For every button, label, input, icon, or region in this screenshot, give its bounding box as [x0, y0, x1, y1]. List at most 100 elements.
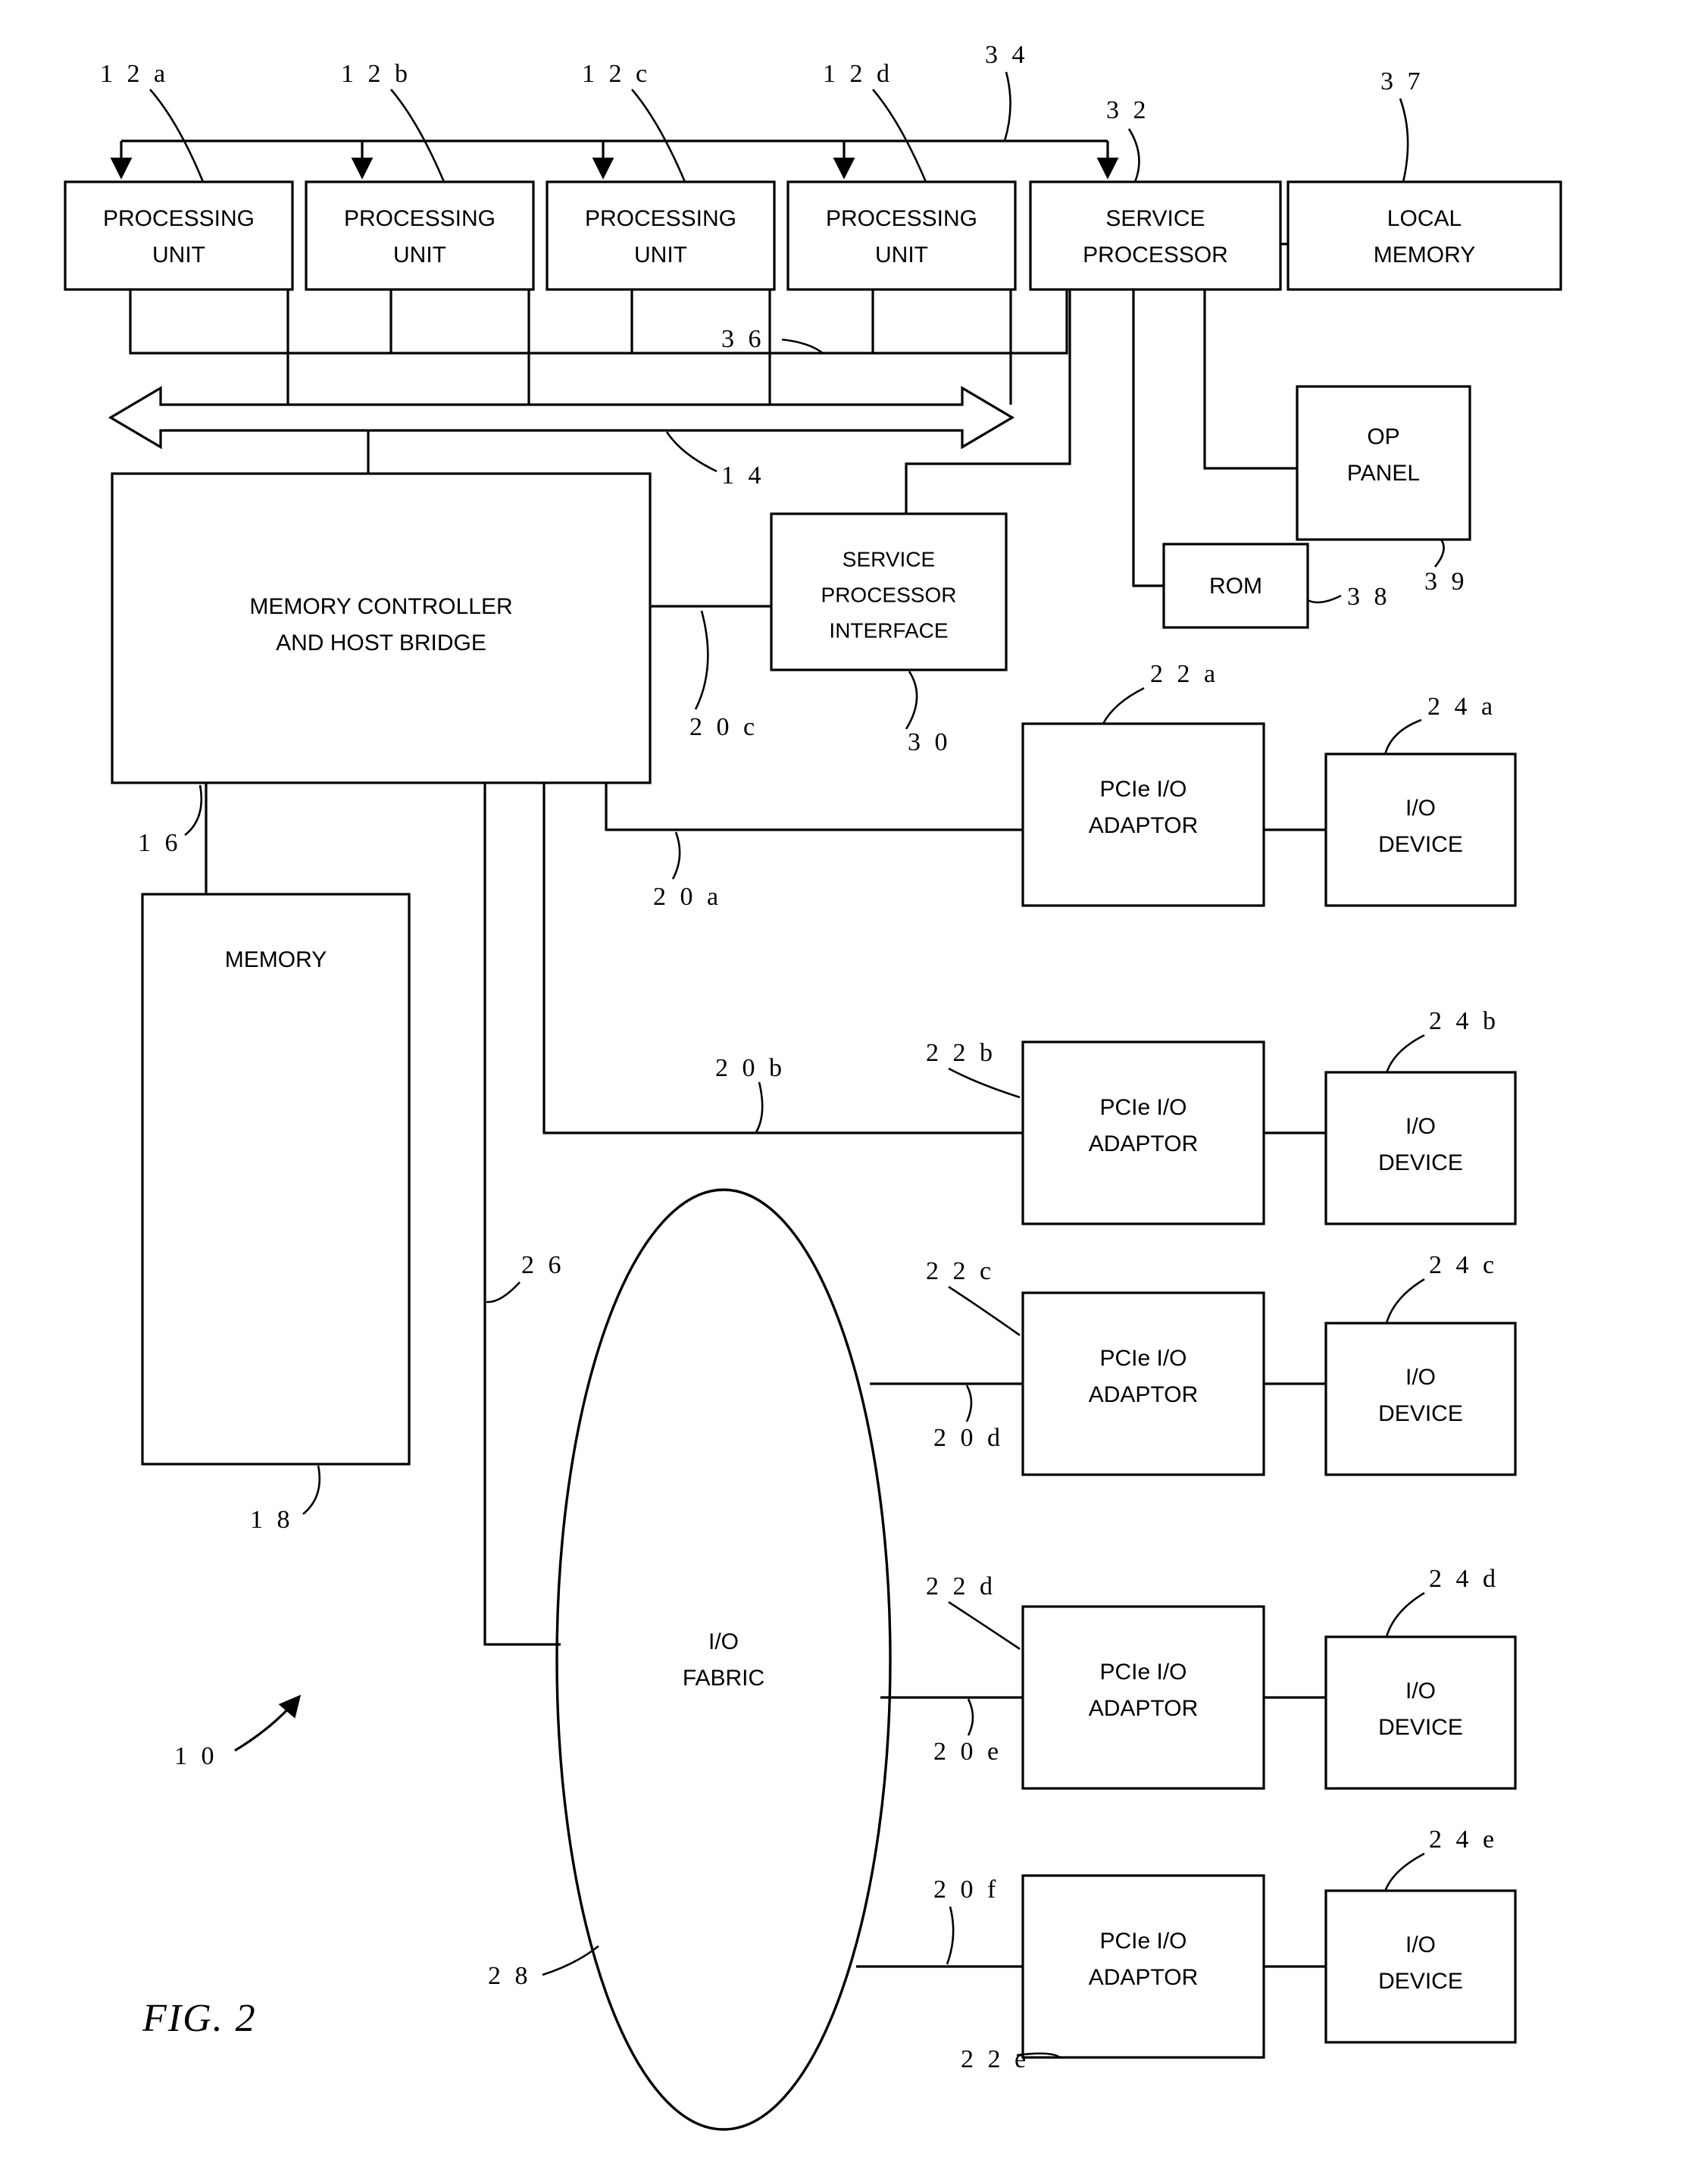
- pcie-adaptor-label-d-line1: PCIe I/O: [1099, 1660, 1186, 1685]
- leader-37: [1399, 98, 1409, 183]
- service-processor-label-line1: SERVICE: [1105, 206, 1205, 231]
- ref-12b: 1 2 b: [341, 60, 411, 88]
- io-fabric-label-line1: I/O: [708, 1629, 739, 1654]
- local-memory-box[interactable]: [1287, 180, 1562, 291]
- pcie-adaptor-label-a-line1: PCIe I/O: [1099, 777, 1186, 802]
- local-memory-label-line2: MEMORY: [1374, 242, 1475, 268]
- leader-24b: [1385, 1034, 1425, 1074]
- processing-unit-box-1[interactable]: [64, 180, 294, 291]
- ref-20a: 2 0 a: [653, 883, 722, 911]
- leader-38: [1307, 594, 1342, 604]
- processing-unit-label-3-line2: UNIT: [634, 242, 687, 268]
- pcie-adaptor-label-c-line1: PCIe I/O: [1099, 1346, 1186, 1371]
- memory-controller-box[interactable]: [111, 472, 652, 784]
- io-device-label-c-line1: I/O: [1405, 1365, 1436, 1390]
- leader-22b: [948, 1067, 1021, 1099]
- leader-14: [665, 431, 718, 473]
- wire-memctl-to-adaptor-a-20a: [605, 783, 1023, 831]
- processing-unit-label-2-line2: UNIT: [393, 242, 446, 268]
- processing-unit-box-4[interactable]: [786, 180, 1017, 291]
- io-device-label-d-line1: I/O: [1405, 1679, 1436, 1704]
- io-fabric-group: I/O FABRIC: [483, 783, 892, 2131]
- patent-figure-2: PROCESSING UNIT PROCESSING UNIT PROCESSI…: [0, 0, 1682, 2184]
- pcie-adaptor-label-e-line1: PCIe I/O: [1099, 1929, 1186, 1954]
- io-device-box-c[interactable]: [1324, 1322, 1517, 1476]
- leader-26: [486, 1281, 521, 1303]
- figure-caption: FIG. 2: [142, 1997, 257, 2040]
- ref-20b: 2 0 b: [715, 1054, 786, 1082]
- memory-group: MEMORY: [141, 783, 411, 1466]
- pcie-adaptor-label-a-line2: ADAPTOR: [1089, 813, 1198, 838]
- memory-controller-label-line2: AND HOST BRIDGE: [276, 630, 486, 656]
- ref-20d: 2 0 d: [933, 1424, 1004, 1452]
- ref-36: 3 6: [721, 325, 765, 353]
- memory-controller-label-line1: MEMORY CONTROLLER: [249, 594, 512, 619]
- io-device-box-b[interactable]: [1324, 1071, 1517, 1225]
- rom-label: ROM: [1209, 574, 1262, 599]
- io-device-box-d[interactable]: [1324, 1635, 1517, 1790]
- leader-32: [1127, 128, 1140, 183]
- ref-39: 3 9: [1424, 568, 1468, 596]
- leader-24d: [1385, 1591, 1425, 1638]
- processing-unit-label-2-line1: PROCESSING: [344, 206, 496, 231]
- leader-20a: [671, 831, 681, 880]
- ref-12c: 1 2 c: [582, 60, 651, 88]
- leader-34: [1003, 71, 1011, 142]
- sp-mid-bus-36: [129, 289, 1068, 355]
- io-device-box-e[interactable]: [1324, 1889, 1517, 2044]
- leader-30: [905, 671, 918, 730]
- leader-24c: [1385, 1278, 1425, 1324]
- ref-24c: 2 4 c: [1429, 1251, 1498, 1279]
- op-panel-label-line2: PANEL: [1347, 461, 1420, 486]
- processing-unit-label-3-line1: PROCESSING: [585, 206, 736, 231]
- op-panel-label-line1: OP: [1367, 424, 1399, 449]
- system-bus-14: [108, 289, 1015, 449]
- ref-24a: 2 4 a: [1427, 693, 1496, 721]
- leader-12b: [390, 89, 446, 183]
- ref-32: 3 2: [1106, 96, 1150, 124]
- io-device-box-a[interactable]: [1324, 753, 1517, 907]
- ref-20f: 2 0 f: [933, 1876, 999, 1904]
- leader-28: [542, 1945, 599, 1976]
- leader-10-system: [234, 1694, 302, 1752]
- ref-38: 3 8: [1347, 583, 1391, 611]
- processing-unit-label-4-line2: UNIT: [875, 242, 928, 268]
- io-device-label-b-line1: I/O: [1405, 1114, 1436, 1139]
- service-processor-label-line2: PROCESSOR: [1083, 242, 1228, 268]
- local-memory-group: LOCAL MEMORY: [1287, 180, 1562, 291]
- processing-unit-label-1-line1: PROCESSING: [103, 206, 255, 231]
- leader-12c: [631, 89, 686, 183]
- op-panel-group: OP PANEL: [1203, 289, 1471, 541]
- ref-14: 1 4: [721, 462, 765, 490]
- ref-22d: 2 2 d: [926, 1572, 996, 1600]
- service-processor-interface-group: SERVICE PROCESSOR INTERFACE: [650, 289, 1071, 671]
- ref-22b: 2 2 b: [926, 1039, 996, 1067]
- io-device-label-a-line2: DEVICE: [1378, 832, 1463, 857]
- memory-box[interactable]: [141, 893, 411, 1466]
- processing-unit-box-2[interactable]: [305, 180, 535, 291]
- ref-22a: 2 2 a: [1150, 660, 1219, 688]
- ref-30: 3 0: [908, 728, 952, 756]
- ref-12a: 1 2 a: [100, 60, 169, 88]
- io-fabric-oval[interactable]: [555, 1188, 892, 2131]
- ref-26: 2 6: [521, 1251, 565, 1279]
- processing-unit-box-3[interactable]: [546, 180, 776, 291]
- service-processor-box[interactable]: [1029, 180, 1282, 291]
- processing-unit-label-1-line2: UNIT: [152, 242, 205, 268]
- leader-20b: [755, 1081, 764, 1133]
- wire-memctl-to-iofabric-26: [483, 783, 561, 1646]
- ref-24e: 2 4 e: [1429, 1826, 1498, 1854]
- memory-controller-group: MEMORY CONTROLLER AND HOST BRIDGE: [111, 430, 652, 784]
- ref-12d: 1 2 d: [823, 60, 893, 88]
- leader-22d: [948, 1600, 1021, 1651]
- figure-canvas: PROCESSING UNIT PROCESSING UNIT PROCESSI…: [64, 41, 1562, 2131]
- leader-12d: [872, 89, 927, 183]
- leader-39: [1433, 539, 1445, 568]
- ref-22e: 2 2 e: [961, 2045, 1030, 2073]
- ref-24b: 2 4 b: [1429, 1007, 1499, 1035]
- pcie-adaptor-label-d-line2: ADAPTOR: [1089, 1696, 1198, 1721]
- ref-22c: 2 2 c: [926, 1257, 995, 1285]
- pcie-adaptor-label-c-line2: ADAPTOR: [1089, 1382, 1198, 1407]
- spi-label-line3: INTERFACE: [829, 618, 948, 642]
- processing-units-row: PROCESSING UNIT PROCESSING UNIT PROCESSI…: [64, 180, 1017, 291]
